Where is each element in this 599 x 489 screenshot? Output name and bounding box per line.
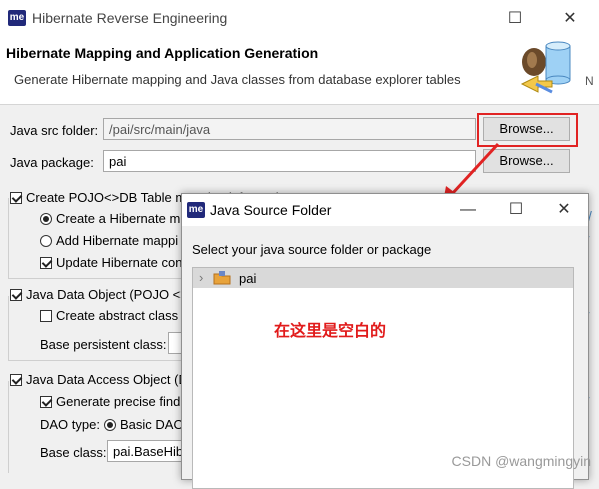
generate-precise-checkbox[interactable] bbox=[40, 396, 52, 408]
wizard-header: Hibernate Mapping and Application Genera… bbox=[0, 36, 599, 105]
expand-chevron-icon[interactable]: › bbox=[199, 270, 203, 285]
basic-dao-label: Basic DAO bbox=[120, 417, 184, 432]
tree-item[interactable]: › pai bbox=[193, 268, 573, 288]
dialog-minimize-icon[interactable]: — bbox=[448, 195, 488, 225]
maximize-icon[interactable]: ☐ bbox=[495, 4, 535, 34]
generate-precise-label: Generate precise find bbox=[56, 394, 181, 409]
package-field[interactable]: pai bbox=[103, 150, 476, 172]
dialog-maximize-icon[interactable]: ☐ bbox=[496, 195, 536, 225]
create-abstract-label: Create abstract class bbox=[56, 308, 179, 323]
package-folder-icon bbox=[213, 271, 231, 285]
main-titlebar: me Hibernate Reverse Engineering ☐ ✕ bbox=[0, 0, 599, 36]
update-hibernate-label: Update Hibernate con bbox=[56, 255, 183, 270]
base-persistent-label: Base persistent class: bbox=[40, 337, 167, 352]
dialog-badge-icon: me bbox=[187, 202, 205, 218]
java-source-folder-dialog: me Java Source Folder — ☐ ✕ Select your … bbox=[181, 193, 589, 489]
main-window-title: Hibernate Reverse Engineering bbox=[32, 10, 228, 26]
dialog-close-icon[interactable]: ✕ bbox=[544, 195, 584, 225]
package-label: Java package: bbox=[10, 155, 94, 170]
wizard-subtitle: Generate Hibernate mapping and Java clas… bbox=[14, 72, 461, 87]
add-hibernate-label: Add Hibernate mappi bbox=[56, 233, 179, 248]
dao-type-label: DAO type: bbox=[40, 417, 100, 432]
wizard-title: Hibernate Mapping and Application Genera… bbox=[6, 45, 319, 61]
base-class-field[interactable]: pai.BaseHib bbox=[107, 440, 188, 462]
blank-annotation: 在这里是空白的 bbox=[274, 323, 387, 340]
create-abstract-checkbox[interactable] bbox=[40, 310, 52, 322]
dialog-title: Java Source Folder bbox=[210, 202, 332, 218]
watermark: CSDN @wangmingyin bbox=[451, 453, 591, 469]
close-icon[interactable]: ✕ bbox=[550, 4, 590, 34]
dialog-titlebar: me Java Source Folder — ☐ ✕ bbox=[182, 194, 588, 226]
app-badge-icon: me bbox=[8, 10, 26, 26]
tree-item-label: pai bbox=[239, 271, 257, 286]
create-hibernate-radio[interactable] bbox=[40, 213, 52, 225]
basic-dao-radio[interactable] bbox=[104, 419, 116, 431]
src-folder-field[interactable]: /pai/src/main/java bbox=[103, 118, 476, 140]
base-class-label: Base class: bbox=[40, 445, 107, 460]
add-hibernate-radio[interactable] bbox=[40, 235, 52, 247]
src-folder-label: Java src folder: bbox=[10, 123, 99, 138]
update-hibernate-checkbox[interactable] bbox=[40, 257, 52, 269]
database-wizard-icon bbox=[520, 41, 571, 94]
dialog-instruction: Select your java source folder or packag… bbox=[192, 242, 432, 257]
clipped-letter: N bbox=[585, 74, 594, 88]
create-hibernate-label: Create a Hibernate m bbox=[56, 211, 181, 226]
